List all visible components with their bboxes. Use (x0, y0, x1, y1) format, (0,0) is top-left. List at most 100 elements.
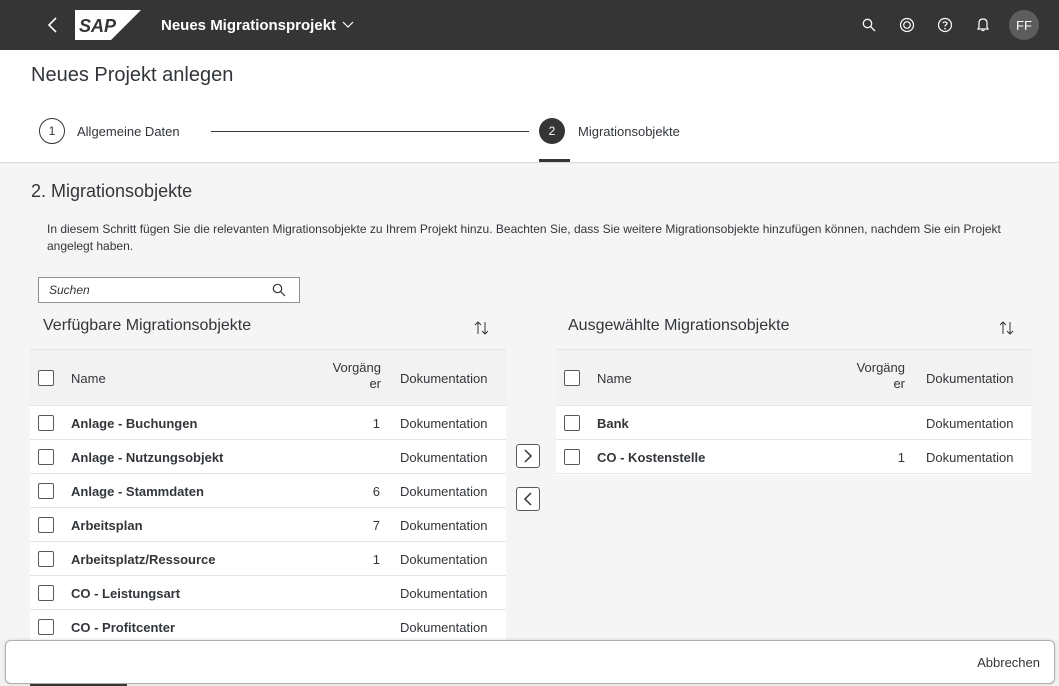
documentation-link[interactable]: Dokumentation (400, 518, 487, 533)
back-icon (47, 17, 57, 33)
page-header: Neues Projekt anlegen 1 Allgemeine Daten… (0, 50, 1059, 163)
available-sort-button[interactable] (471, 317, 493, 339)
search-field[interactable] (38, 277, 300, 303)
help-button[interactable] (929, 9, 961, 41)
user-avatar[interactable]: FF (1009, 10, 1039, 40)
row-count: 6 (372, 484, 380, 499)
column-predecessors: Vorgäng er (333, 360, 381, 392)
wizard-step-2[interactable]: 2 (539, 118, 565, 144)
search-button[interactable] (264, 283, 294, 297)
row-count: 7 (372, 518, 380, 533)
documentation-link[interactable]: Dokumentation (400, 416, 487, 431)
documentation-link[interactable]: Dokumentation (400, 552, 487, 567)
app-title: Neues Migrationsprojekt (161, 16, 337, 34)
documentation-link[interactable]: Dokumentation (400, 450, 487, 465)
row-count: 1 (897, 450, 905, 465)
selected-sort-button[interactable] (996, 317, 1018, 339)
row-checkbox[interactable] (38, 483, 54, 499)
app-title-menu[interactable]: Neues Migrationsprojekt (161, 17, 354, 34)
wizard-connector-line (211, 131, 529, 132)
table-row[interactable]: Anlage - Buchungen 1 Dokumentation (30, 406, 506, 440)
documentation-link[interactable]: Dokumentation (926, 450, 1013, 465)
row-count: 1 (372, 416, 380, 431)
row-count: 1 (372, 552, 380, 567)
available-table-title: Verfügbare Migrationsobjekte (43, 317, 252, 334)
row-checkbox[interactable] (38, 415, 54, 431)
remove-from-selection-button[interactable] (516, 487, 540, 511)
table-row[interactable]: CO - Kostenstelle 1 Dokumentation (556, 440, 1031, 474)
row-checkbox[interactable] (38, 619, 54, 635)
column-predecessors-line1: Vorgäng (856, 360, 905, 375)
column-name: Name (71, 371, 106, 386)
table-row[interactable]: CO - Profitcenter Dokumentation (30, 610, 506, 640)
row-checkbox[interactable] (38, 585, 54, 601)
footer-toolbar: Abbrechen (5, 640, 1055, 684)
selected-table: Name Vorgäng er Dokumentation Bank Dokum… (556, 349, 1031, 475)
row-name: Anlage - Buchungen (71, 416, 198, 431)
available-table: Name Vorgäng er Dokumentation Anlage - B… (30, 349, 506, 640)
info-text: In diesem Schritt fügen Sie die relevant… (47, 222, 1001, 253)
row-name: CO - Leistungsart (71, 586, 181, 601)
row-name: Arbeitsplatz/Ressource (71, 552, 216, 567)
copilot-button[interactable] (891, 9, 923, 41)
wizard-step-1[interactable]: 1 (39, 118, 65, 144)
column-documentation: Dokumentation (926, 371, 1014, 386)
table-row[interactable]: Anlage - Stammdaten 6 Dokumentation (30, 474, 506, 508)
wizard-step-1-label: Allgemeine Daten (77, 124, 180, 139)
add-to-selection-button[interactable] (516, 444, 540, 468)
documentation-link[interactable]: Dokumentation (400, 484, 487, 499)
select-all-checkbox[interactable] (38, 370, 54, 386)
row-checkbox[interactable] (564, 449, 580, 465)
row-checkbox[interactable] (564, 415, 580, 431)
wizard-active-indicator (539, 159, 570, 162)
column-documentation: Dokumentation (400, 371, 488, 386)
row-name: Anlage - Nutzungsobjekt (71, 450, 224, 465)
chevron-left-icon (523, 492, 532, 506)
row-checkbox[interactable] (38, 551, 54, 567)
chevron-right-icon (524, 449, 533, 463)
table-row[interactable]: Bank Dokumentation (556, 406, 1031, 440)
sap-logo-text: SAP (79, 16, 117, 36)
help-icon (937, 17, 953, 33)
sort-icon (999, 321, 1014, 335)
documentation-link[interactable]: Dokumentation (400, 620, 487, 635)
search-input[interactable] (39, 283, 264, 297)
content-area: 2. Migrationsobjekte In diesem Schritt f… (0, 164, 1059, 640)
notifications-button[interactable] (967, 9, 999, 41)
wizard-progress: 1 Allgemeine Daten 2 Migrationsobjekte (39, 115, 1029, 162)
table-row[interactable]: Arbeitsplan 7 Dokumentation (30, 508, 506, 542)
sort-icon (474, 321, 489, 335)
notification-icon (977, 18, 989, 32)
column-predecessors-line2: er (893, 376, 905, 391)
sap-logo[interactable]: SAP (75, 10, 141, 40)
shell-search-button[interactable] (853, 9, 885, 41)
column-predecessors-line2: er (369, 376, 381, 391)
column-predecessors: Vorgäng er (857, 360, 905, 392)
back-button[interactable] (33, 0, 73, 50)
column-name: Name (597, 371, 632, 386)
copilot-icon (899, 17, 915, 33)
selected-table-title: Ausgewählte Migrationsobjekte (568, 317, 790, 334)
row-name: Anlage - Stammdaten (71, 484, 204, 499)
search-icon (272, 283, 286, 297)
column-predecessors-line1: Vorgäng (332, 360, 381, 375)
table-row[interactable]: Arbeitsplatz/Ressource 1 Dokumentation (30, 542, 506, 576)
cancel-button[interactable]: Abbrechen (977, 655, 1040, 670)
search-icon (862, 18, 876, 32)
documentation-link[interactable]: Dokumentation (400, 586, 487, 601)
row-checkbox[interactable] (38, 517, 54, 533)
row-name: CO - Kostenstelle (597, 450, 706, 465)
page-title: Neues Projekt anlegen (31, 64, 234, 86)
wizard-step-2-label: Migrationsobjekte (578, 124, 680, 139)
select-all-checkbox[interactable] (564, 370, 580, 386)
row-name: Bank (597, 416, 629, 431)
table-row[interactable]: Anlage - Nutzungsobjekt Dokumentation (30, 440, 506, 474)
documentation-link[interactable]: Dokumentation (926, 416, 1013, 431)
row-name: CO - Profitcenter (71, 620, 176, 635)
chevron-down-icon (342, 21, 354, 28)
table-row[interactable]: CO - Leistungsart Dokumentation (30, 576, 506, 610)
table-header: Name Vorgäng er Dokumentation (556, 350, 1031, 406)
shell-bar: SAP Neues Migrationsprojekt FF (0, 0, 1059, 50)
row-checkbox[interactable] (38, 449, 54, 465)
row-name: Arbeitsplan (71, 518, 143, 533)
